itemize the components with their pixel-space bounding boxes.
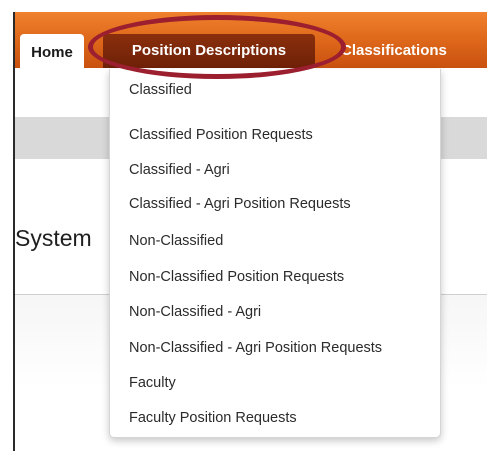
menu-item-non-classified[interactable]: Non-Classified (129, 232, 223, 250)
position-descriptions-dropdown-menu: Classified Classified Position Requests … (109, 69, 441, 438)
menu-item-non-classified-agri[interactable]: Non-Classified - Agri (129, 303, 261, 321)
top-navigation-bar: Home Position Descriptions Classificatio… (15, 12, 487, 68)
menu-item-non-classified-agri-position-requests[interactable]: Non-Classified - Agri Position Requests (129, 339, 382, 357)
menu-item-faculty-position-requests[interactable]: Faculty Position Requests (129, 409, 297, 427)
app-window: Home Position Descriptions Classificatio… (13, 12, 487, 451)
tab-position-descriptions[interactable]: Position Descriptions (103, 34, 315, 68)
menu-item-classified-agri[interactable]: Classified - Agri (129, 161, 230, 179)
menu-item-classified-position-requests[interactable]: Classified Position Requests (129, 126, 313, 144)
tab-classifications[interactable]: Classifications (337, 34, 487, 68)
tab-home[interactable]: Home (20, 34, 84, 68)
page-title: System (15, 225, 92, 251)
menu-item-classified-agri-position-requests[interactable]: Classified - Agri Position Requests (129, 195, 351, 213)
menu-item-non-classified-position-requests[interactable]: Non-Classified Position Requests (129, 268, 344, 286)
menu-item-faculty[interactable]: Faculty (129, 374, 176, 392)
menu-item-classified[interactable]: Classified (129, 81, 192, 99)
